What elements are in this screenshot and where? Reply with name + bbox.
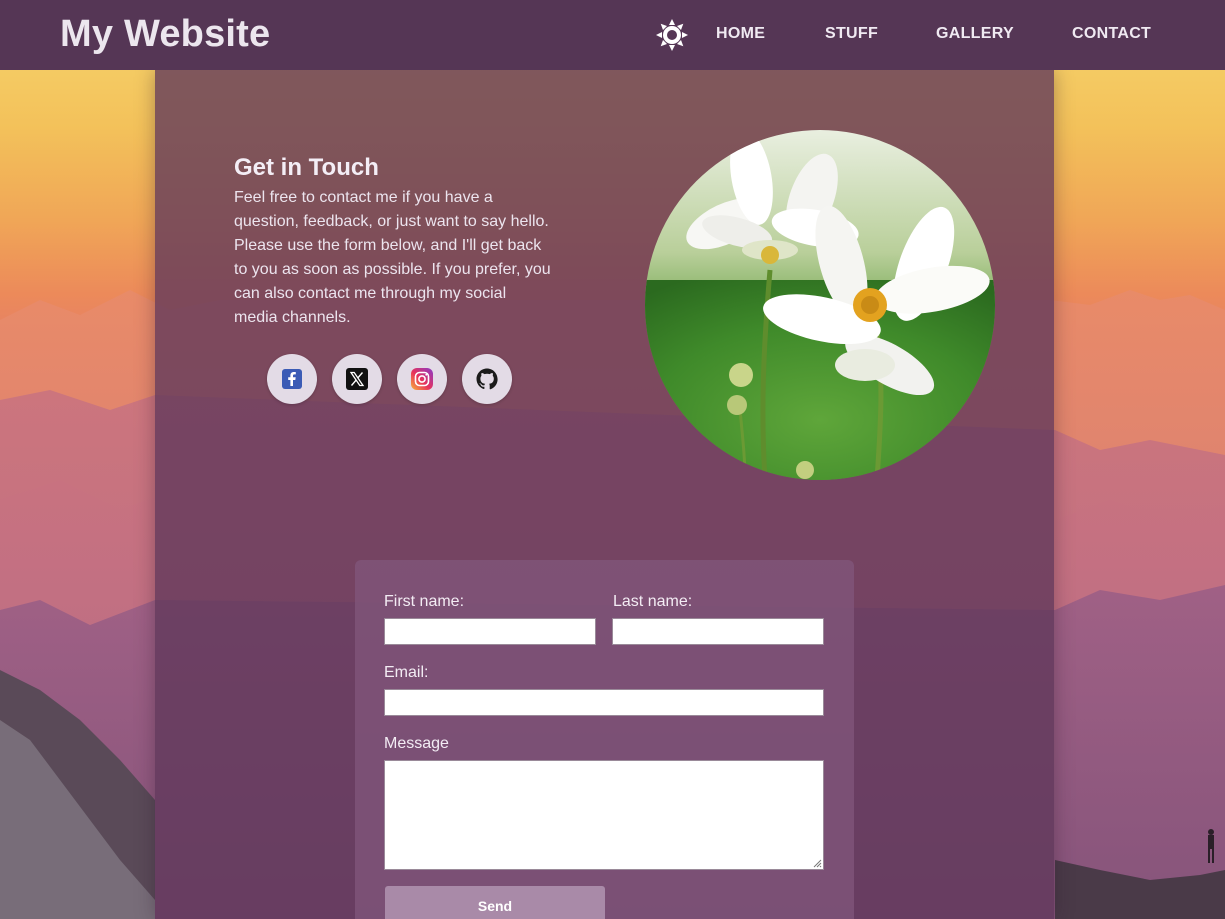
instagram-icon[interactable] xyxy=(397,354,447,404)
email-input[interactable] xyxy=(384,689,824,716)
site-header: My Website HOME STUFF GALLERY CONTACT xyxy=(0,0,1225,70)
email-label: Email: xyxy=(384,664,429,681)
github-icon[interactable] xyxy=(462,354,512,404)
contact-intro: Get in Touch Feel free to contact me if … xyxy=(234,154,554,330)
message-wrapper xyxy=(384,760,824,870)
flower-photo xyxy=(645,130,995,480)
last-name-input[interactable] xyxy=(612,618,824,645)
resize-grip-icon[interactable] xyxy=(812,858,822,868)
nav-home[interactable]: HOME xyxy=(716,25,765,43)
first-name-input[interactable] xyxy=(384,618,596,645)
sun-icon[interactable] xyxy=(655,18,689,52)
site-brand[interactable]: My Website xyxy=(60,13,270,56)
contact-form: First name: Last name: Email: Message Se… xyxy=(355,560,854,919)
last-name-label: Last name: xyxy=(613,593,693,610)
x-twitter-icon[interactable] xyxy=(332,354,382,404)
contact-title: Get in Touch xyxy=(234,154,379,181)
contact-panel: Get in Touch Feel free to contact me if … xyxy=(155,70,1054,919)
send-button[interactable]: Send xyxy=(385,886,605,919)
message-label: Message xyxy=(384,735,449,752)
contact-text: Feel free to contact me if you have a qu… xyxy=(234,189,551,326)
nav-contact[interactable]: CONTACT xyxy=(1072,25,1151,43)
message-textarea[interactable] xyxy=(384,760,824,870)
first-name-label: First name: xyxy=(384,593,465,610)
nav-stuff[interactable]: STUFF xyxy=(825,25,878,43)
social-links xyxy=(267,354,512,404)
facebook-icon[interactable] xyxy=(267,354,317,404)
nav-gallery[interactable]: GALLERY xyxy=(936,25,1014,43)
